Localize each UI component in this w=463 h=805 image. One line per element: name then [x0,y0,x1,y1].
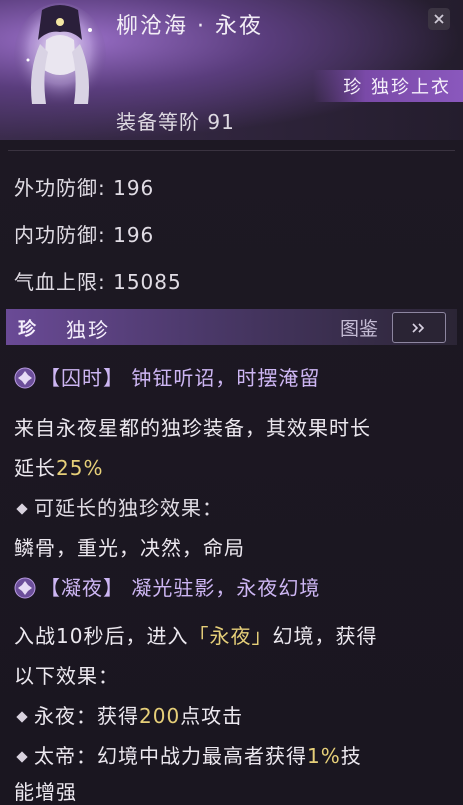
effect-tag: 囚时 [61,366,103,390]
effect-value: 1% [307,744,341,768]
item-tooltip-card: 柳沧海 · 永夜 珍 独珍上衣 装备等阶 91 外功防御: 196 内功防御: … [0,0,463,805]
atlas-button[interactable] [392,312,446,343]
effect-desc: 以下效果： [14,664,119,688]
effect-bullet: 永夜：获得200点攻击 [14,700,243,729]
effect-heading: 【凝夜】 凝光驻影，永夜幻境 [14,572,320,601]
effect-desc: 延长25% [14,456,104,480]
stat-value: 196 [113,176,155,200]
effect-value: 200 [139,704,181,728]
item-header: 柳沧海 · 永夜 珍 独珍上衣 装备等阶 91 [0,0,463,140]
atlas-label: 图鉴 [340,318,379,340]
diamond-bullet-icon [16,502,28,515]
effect-value: 25% [56,456,104,480]
section-title: 独珍 [66,318,110,342]
diamond-bullet-icon [16,750,28,763]
stat-label: 内功防御 [14,223,98,247]
gear-level: 装备等阶 91 [116,110,235,134]
effect-title: 钟钲听诏，时摆淹留 [131,366,321,390]
effect-quote: 「永夜」 [188,624,273,648]
item-title: 柳沧海 · 永夜 [116,14,263,39]
effect-sub-heading: 可延长的独珍效果： [14,492,223,521]
effect-tag: 凝夜 [61,576,103,600]
close-button[interactable] [428,8,450,30]
effect-desc: 能增强 [14,780,77,804]
rarity-banner: 珍 独珍上衣 [313,70,463,102]
effect-desc: 入战10秒后，进入「永夜」幻境，获得 [14,624,378,648]
effect-desc: 来自永夜星都的独珍装备，其效果时长 [14,416,371,440]
effect-title: 凝光驻影，永夜幻境 [131,576,321,600]
close-icon [434,14,444,24]
effect-badge-icon [14,577,36,599]
stat-label: 外功防御 [14,176,98,200]
diamond-bullet-icon [16,710,28,723]
stat-label: 气血上限 [14,270,98,294]
divider [8,150,455,151]
character-portrait [14,3,106,107]
effect-sub-list: 鳞骨，重光，决然，命局 [14,536,245,560]
stat-row: 内功防御: 196 [14,223,155,247]
arrow-right-icon [412,322,425,333]
stat-value: 15085 [113,270,182,294]
stat-row: 外功防御: 196 [14,176,155,200]
stat-row: 气血上限: 15085 [14,270,182,294]
rarity-gem-label: 珍 [18,319,36,340]
effect-bullet: 太帝：幻境中战力最高者获得1%技 [14,740,362,769]
effect-badge-icon [14,367,36,389]
unique-section-header: 珍 独珍 图鉴 [6,309,457,345]
stat-value: 196 [113,223,155,247]
effect-heading: 【囚时】 钟钲听诏，时摆淹留 [14,362,320,391]
